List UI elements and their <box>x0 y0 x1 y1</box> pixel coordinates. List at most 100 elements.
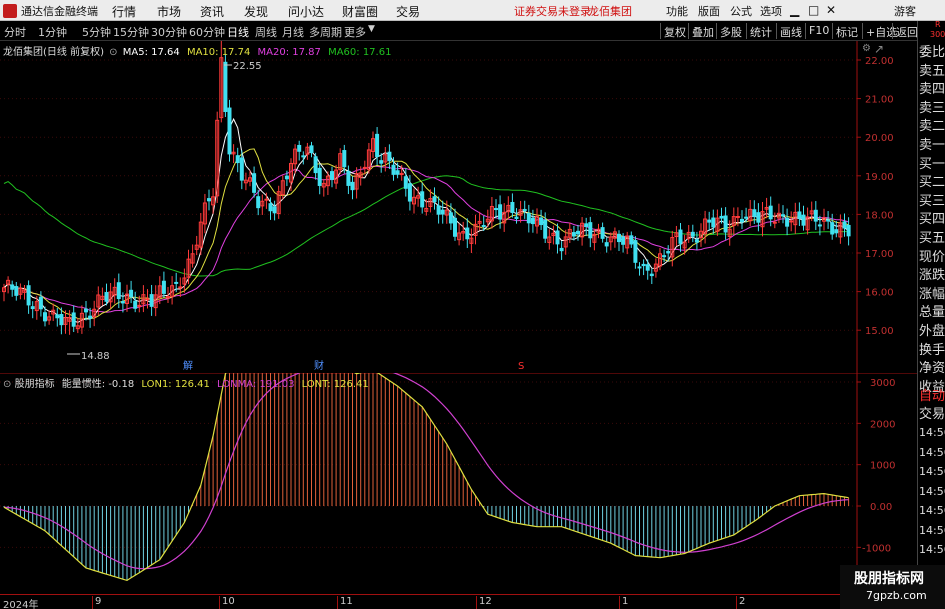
expand-icon[interactable]: ↗ <box>874 42 884 56</box>
high-label: 22.55 <box>233 61 262 72</box>
candle-body <box>178 286 183 289</box>
menu-ask[interactable]: 问小达 <box>288 3 324 20</box>
tab-multi-period[interactable]: 多周期 <box>309 24 342 40</box>
side-item[interactable]: 买二 <box>919 171 945 190</box>
indicator-toggle-icon[interactable]: ⊙ <box>3 379 11 390</box>
marker-financial[interactable]: 财 <box>314 359 324 372</box>
side-item[interactable]: 委比 <box>919 41 945 60</box>
candle-body <box>346 170 351 186</box>
trade-label[interactable]: 交易 <box>919 403 945 422</box>
candle-body <box>801 214 806 226</box>
candle-body <box>403 176 408 189</box>
price-tick-label: 17.00 <box>865 249 894 260</box>
tab-timeshare[interactable]: 分时 <box>4 24 26 40</box>
statistics-button[interactable]: 统计 <box>746 23 775 39</box>
candle-body <box>584 223 589 227</box>
tab-15min[interactable]: 15分钟 <box>113 24 149 40</box>
trade-login-notice[interactable]: 证券交易未登录 <box>514 3 591 19</box>
candle-body <box>268 203 273 212</box>
menu-quotes[interactable]: 行情 <box>112 3 136 20</box>
tab-5min[interactable]: 5分钟 <box>82 24 111 40</box>
side-item[interactable]: 买三 <box>919 190 945 209</box>
menu-function[interactable]: 功能 <box>666 3 688 19</box>
menu-news[interactable]: 资讯 <box>200 3 224 20</box>
candle-body <box>43 312 47 322</box>
tab-weekly[interactable]: 周线 <box>255 24 277 40</box>
candle-body <box>420 191 425 208</box>
candle-body <box>309 145 314 154</box>
indicator-chart[interactable]: 3000 2000 1000 0.00 -1000 <box>0 373 917 594</box>
menu-layout[interactable]: 版面 <box>698 3 720 19</box>
side-item[interactable]: 买五 <box>919 227 945 246</box>
side-item[interactable]: 净资 <box>919 357 945 376</box>
maximize-icon[interactable]: □ <box>808 3 819 17</box>
candle-body <box>301 155 306 158</box>
f10-button[interactable]: F10 <box>805 23 832 39</box>
x-label-sep: 9 <box>95 596 102 607</box>
side-item[interactable]: 卖一 <box>919 134 945 153</box>
menu-discover[interactable]: 发现 <box>244 3 268 20</box>
more-chevron-icon[interactable]: ▼ <box>368 24 375 34</box>
candle-body <box>571 232 576 237</box>
side-item[interactable]: 卖五 <box>919 60 945 79</box>
indicator-tick-label: -1000 <box>862 543 891 554</box>
candle-body <box>645 264 650 271</box>
tab-30min[interactable]: 30分钟 <box>151 24 187 40</box>
candle-body <box>498 204 503 220</box>
adjust-button[interactable]: 复权 <box>660 23 689 39</box>
settings-gear-icon[interactable]: ⚙ <box>862 43 871 54</box>
candle-body <box>694 239 699 243</box>
marker-unlock[interactable]: 解 <box>183 359 193 372</box>
menu-market[interactable]: 市场 <box>157 3 181 20</box>
side-item[interactable]: 卖三 <box>919 97 945 116</box>
tab-monthly[interactable]: 月线 <box>282 24 304 40</box>
marker-s[interactable]: S <box>518 361 524 372</box>
candle-body <box>621 236 626 245</box>
close-icon[interactable]: ✕ <box>826 3 836 17</box>
side-item[interactable]: 换手 <box>919 339 945 358</box>
side-item[interactable]: 买四 <box>919 208 945 227</box>
side-time: 14:56 <box>919 523 945 537</box>
overlay-button[interactable]: 叠加 <box>688 23 717 39</box>
side-item[interactable]: 涨跌 <box>919 264 945 283</box>
candle-body <box>641 263 646 267</box>
candle-body <box>59 314 64 326</box>
x-divider <box>736 596 737 609</box>
multi-stock-button[interactable]: 多股 <box>716 23 745 39</box>
menu-trade[interactable]: 交易 <box>396 3 420 20</box>
legend-toggle-icon[interactable]: ⊙ <box>109 47 117 58</box>
menu-options[interactable]: 选项 <box>760 3 782 19</box>
side-item[interactable]: 外盘 <box>919 320 945 339</box>
tab-more[interactable]: 更多 <box>344 24 366 40</box>
side-item[interactable]: 卖四 <box>919 78 945 97</box>
side-item[interactable]: 买一 <box>919 153 945 172</box>
tab-daily[interactable]: 日线 <box>227 24 249 40</box>
side-item[interactable]: 总量 <box>919 301 945 320</box>
candle-body <box>772 221 777 224</box>
candle-body <box>137 304 142 307</box>
mark-button[interactable]: 标记 <box>832 23 861 39</box>
side-item[interactable]: 卖二 <box>919 115 945 134</box>
candle-body <box>272 206 277 214</box>
candle-body <box>317 167 322 186</box>
tab-60min[interactable]: 60分钟 <box>189 24 225 40</box>
lonma-value: LONMA: 191.03 <box>217 379 295 390</box>
candle-body <box>223 61 228 112</box>
auto-label[interactable]: 自动 <box>919 385 945 404</box>
draw-line-button[interactable]: 画线 <box>776 23 805 39</box>
title-bar: 通达信金融终端 行情 市场 资讯 发现 问小达 财富圈 交易 证券交易未登录 龙… <box>0 0 945 21</box>
candlestick-chart[interactable]: 22.00 21.00 20.00 19.00 18.00 17.00 16.00 15.00… <box>0 41 917 373</box>
minimize-icon[interactable]: ▁ <box>790 3 799 17</box>
side-item[interactable]: 涨幅 <box>919 283 945 302</box>
energy-bars <box>3 373 850 581</box>
guest-user[interactable]: 游客 <box>894 3 916 19</box>
menu-wealth[interactable]: 财富圈 <box>342 3 378 20</box>
menu-formula[interactable]: 公式 <box>730 3 752 19</box>
candle-body <box>297 144 302 152</box>
side-item[interactable]: 现价 <box>919 246 945 265</box>
candle-body <box>637 266 642 269</box>
indicator-axis: 3000 2000 1000 0.00 -1000 <box>856 373 895 594</box>
candle-body <box>494 208 498 211</box>
tab-1min[interactable]: 1分钟 <box>38 24 67 40</box>
candle-body <box>342 150 347 168</box>
